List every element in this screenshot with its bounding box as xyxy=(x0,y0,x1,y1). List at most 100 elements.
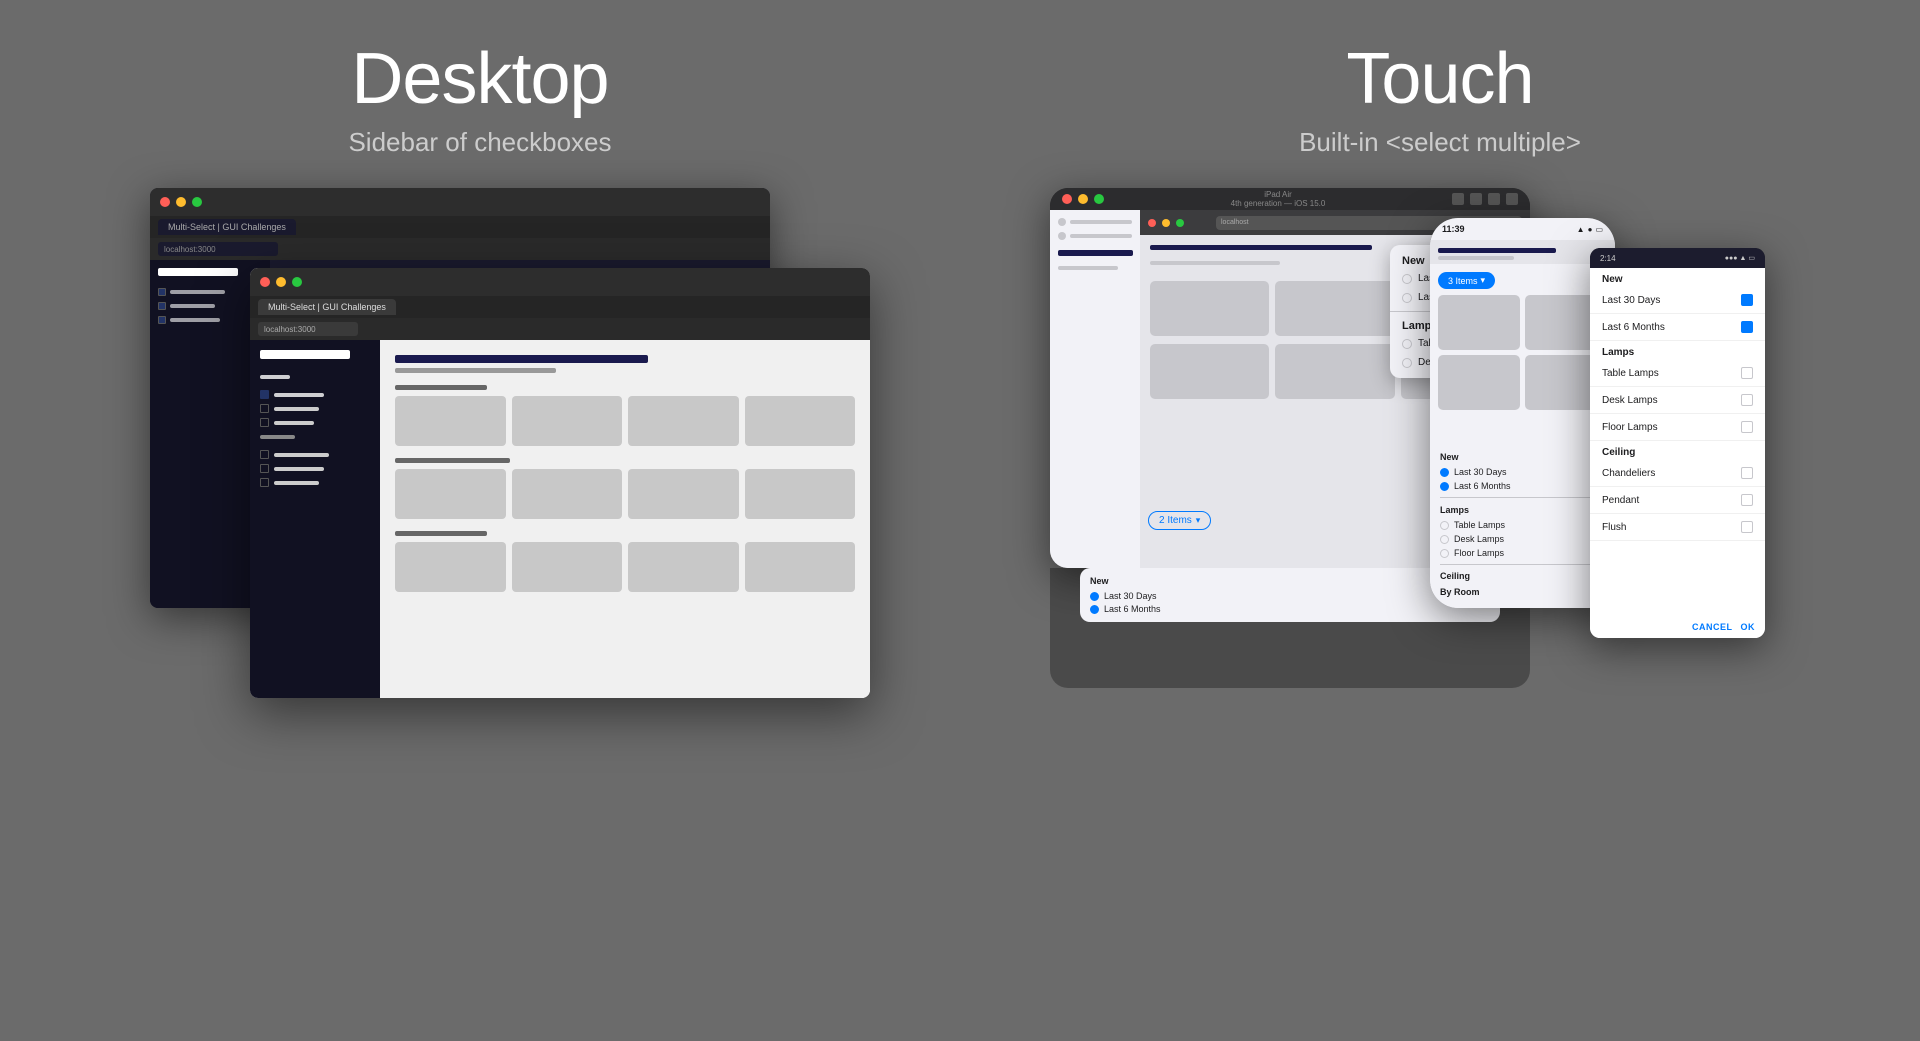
android-checkbox-chandeliers[interactable] xyxy=(1741,467,1753,479)
ipad-nav-1 xyxy=(1058,218,1132,226)
iphone-items-chevron-icon: ▾ xyxy=(1481,275,1486,286)
sidebar-item-6months[interactable] xyxy=(260,418,370,427)
items-pill[interactable]: 2 Items ▾ xyxy=(1148,511,1211,530)
product-cell-5 xyxy=(395,469,506,519)
product-cell-12 xyxy=(745,542,856,592)
ipad-minimize-icon xyxy=(1078,194,1088,204)
ipad-dd-new-label: New xyxy=(1402,255,1425,267)
touch-header: Touch Built-in <select multiple> xyxy=(960,40,1920,158)
checkbox-new-back xyxy=(158,288,166,296)
checkbox-6months[interactable] xyxy=(260,418,269,427)
android-item-6months[interactable]: Last 6 Months xyxy=(1590,314,1765,341)
android-item-table-lamps[interactable]: Table Lamps xyxy=(1590,360,1765,387)
android-section-new: New xyxy=(1590,268,1765,287)
iphone-status-bar: 11:39 ▲ ● ▭ xyxy=(1430,218,1615,240)
android-checkbox-pendant[interactable] xyxy=(1741,494,1753,506)
sidebar-item-new-back xyxy=(158,288,262,296)
iphone-sheet-byroom-section: By Room › xyxy=(1440,584,1605,600)
iphone-wifi-icon: ▲ xyxy=(1577,225,1585,234)
section-label-new xyxy=(260,375,290,379)
android-checkbox-floor-lamps[interactable] xyxy=(1741,421,1753,433)
ipad-sheet-radio-30days xyxy=(1090,592,1099,601)
android-item-30days[interactable]: Last 30 Days xyxy=(1590,287,1765,314)
ipad-dots xyxy=(1062,194,1104,204)
ipad-grid-icon xyxy=(1506,193,1518,205)
tab-bar-back: Multi-Select | GUI Challenges xyxy=(150,216,770,238)
android-chandeliers-label: Chandeliers xyxy=(1602,468,1655,479)
iphone-sheet-overlay: ✕ New ▾ Last 30 Days xyxy=(1430,440,1615,608)
address-text-back: localhost:3000 xyxy=(164,245,216,254)
address-pill-back: localhost:3000 xyxy=(158,242,278,256)
android-checkbox-30days[interactable] xyxy=(1741,294,1753,306)
ipad-nav-dot-2 xyxy=(1058,232,1066,240)
android-section-ceiling: Ceiling xyxy=(1590,441,1765,460)
touch-section: iPad Air 4th generation — iOS 15.0 xyxy=(1050,188,1770,688)
iphone-sheet-new-label: New xyxy=(1440,452,1459,462)
android-item-floor-lamps[interactable]: Floor Lamps xyxy=(1590,414,1765,441)
ipad-top-bar: iPad Air 4th generation — iOS 15.0 xyxy=(1050,188,1530,210)
iphone-sheet-ceiling-header: Ceiling › xyxy=(1440,568,1605,584)
sidebar-item-table-lamps[interactable] xyxy=(260,450,370,459)
label-table-lamps xyxy=(274,453,329,457)
iphone-radio-floor-lamps xyxy=(1440,549,1449,558)
product-cell-8 xyxy=(745,469,856,519)
iphone-divider-2 xyxy=(1440,564,1605,565)
iphone-content-scroll: 3 Items ▾ xyxy=(1430,264,1615,418)
android-pendant-label: Pendant xyxy=(1602,495,1639,506)
android-item-pendant[interactable]: Pendant xyxy=(1590,487,1765,514)
content-section-label-2 xyxy=(395,458,510,463)
iphone-sheet-new-header: New ▾ xyxy=(1440,448,1605,465)
android-floor-lamps-label: Floor Lamps xyxy=(1602,422,1658,433)
browser-tab-back: Multi-Select | GUI Challenges xyxy=(158,219,296,235)
android-cancel-button[interactable]: CANCEL xyxy=(1692,622,1733,632)
iphone-sheet-desk-lamps[interactable]: Desk Lamps xyxy=(1440,532,1605,546)
product-grid-1 xyxy=(395,396,855,446)
iphone-time: 11:39 xyxy=(1442,224,1465,234)
ipad-content-header xyxy=(1150,245,1372,250)
iphone-sheet-6months[interactable]: Last 6 Months xyxy=(1440,479,1605,493)
items-pill-text: 2 Items xyxy=(1159,515,1192,526)
android-checkbox-flush[interactable] xyxy=(1741,521,1753,533)
close-icon-back xyxy=(160,197,170,207)
checkbox-floor-lamps[interactable] xyxy=(260,478,269,487)
sidebar-item-desk-lamps[interactable] xyxy=(260,464,370,473)
android-container: 2:14 ●●● ▲ ▭ New Last 30 Days xyxy=(1590,248,1765,638)
android-checkbox-table-lamps[interactable] xyxy=(1741,367,1753,379)
label-desk-lamps xyxy=(274,467,324,471)
iphone-sheet-floor-lamps[interactable]: Floor Lamps xyxy=(1440,546,1605,560)
ipad-dd-radio-30days xyxy=(1402,274,1412,284)
ipad-fullscreen-icon xyxy=(1094,194,1104,204)
android-item-desk-lamps[interactable]: Desk Lamps xyxy=(1590,387,1765,414)
fullscreen-icon-back xyxy=(192,197,202,207)
checkbox-new[interactable] xyxy=(260,390,269,399)
android-checkbox-desk-lamps[interactable] xyxy=(1741,394,1753,406)
checkbox-30days[interactable] xyxy=(260,404,269,413)
android-item-flush[interactable]: Flush xyxy=(1590,514,1765,541)
browser-body-front xyxy=(250,340,870,698)
iphone-sheet-30days[interactable]: Last 30 Days xyxy=(1440,465,1605,479)
iphone-table-lamps-label: Table Lamps xyxy=(1454,520,1505,530)
logo-front xyxy=(260,350,350,359)
content-section-label-3 xyxy=(395,531,487,536)
iphone-sheet-new-section: New ▾ Last 30 Days Last 6 Months xyxy=(1440,448,1605,493)
iphone-items-pill[interactable]: 3 Items ▾ xyxy=(1438,272,1495,289)
iphone-signal-icon: ● xyxy=(1588,225,1593,234)
android-item-chandeliers[interactable]: Chandeliers xyxy=(1590,460,1765,487)
sidebar-item-30days[interactable] xyxy=(260,404,370,413)
checkbox-desk-lamps[interactable] xyxy=(260,464,269,473)
content-heading xyxy=(395,355,648,363)
sidebar-item-new[interactable] xyxy=(260,390,370,399)
ipad-nav-header xyxy=(1058,250,1133,256)
desktop-subtitle: Sidebar of checkboxes xyxy=(0,127,960,158)
iphone-container: 11:39 ▲ ● ▭ xyxy=(1430,218,1615,608)
ipad-cell-5 xyxy=(1275,344,1394,399)
sidebar-item-floor-lamps[interactable] xyxy=(260,478,370,487)
ipad-nav-dot-1 xyxy=(1058,218,1066,226)
ipad-b-close xyxy=(1148,219,1156,227)
label-floor-lamps xyxy=(274,481,319,485)
android-checkbox-6months[interactable] xyxy=(1741,321,1753,333)
checkbox-table-lamps[interactable] xyxy=(260,450,269,459)
android-ok-button[interactable]: OK xyxy=(1741,622,1756,632)
iphone-sheet-table-lamps[interactable]: Table Lamps xyxy=(1440,518,1605,532)
android-battery-icon: ▭ xyxy=(1748,254,1755,262)
